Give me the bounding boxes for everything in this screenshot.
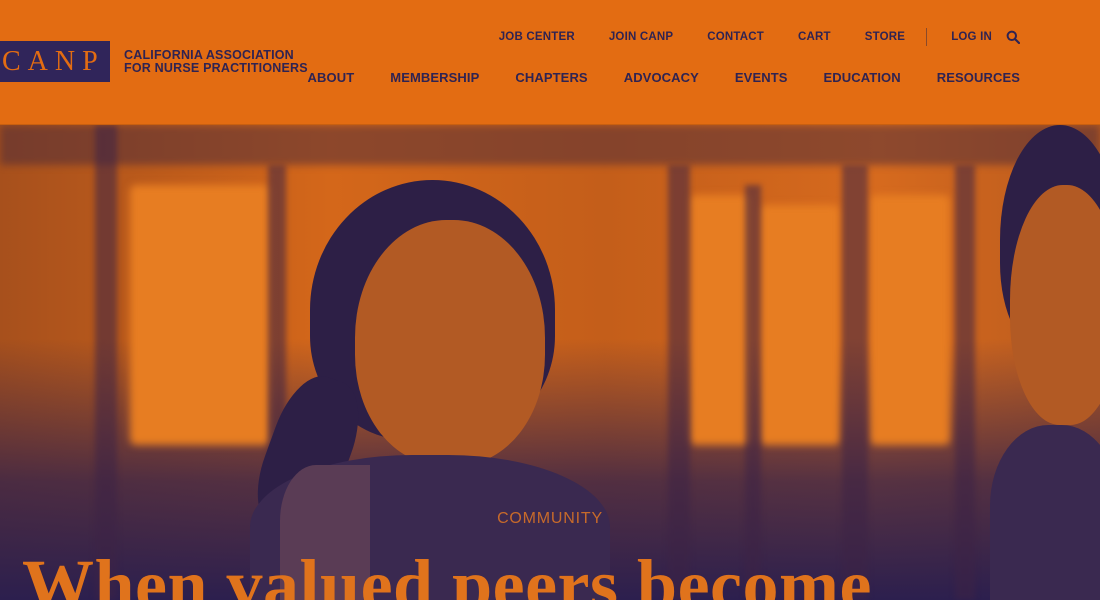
utility-link-contact[interactable]: CONTACT	[707, 31, 764, 43]
hero-eyebrow: COMMUNITY	[497, 510, 603, 527]
organization-name-line-2: FOR NURSE PRACTITIONERS	[124, 61, 308, 75]
canp-logo-mark[interactable]: CANP	[0, 41, 110, 82]
utility-link-job-center[interactable]: JOB CENTER	[499, 31, 575, 43]
utility-link-join-canp[interactable]: JOIN CANP	[609, 31, 673, 43]
hero-headline: When valued peers become	[22, 545, 872, 600]
login-link[interactable]: LOG IN	[951, 31, 992, 43]
utility-link-store[interactable]: STORE	[865, 31, 905, 43]
nav-item-education[interactable]: EDUCATION	[824, 70, 901, 85]
main-nav: ABOUT MEMBERSHIP CHAPTERS ADVOCACY EVENT…	[308, 68, 1020, 86]
nav-item-about[interactable]: ABOUT	[308, 70, 355, 85]
site-header: CANP CALIFORNIA ASSOCIATION FOR NURSE PR…	[0, 0, 1100, 125]
hero-banner: COMMUNITY When valued peers become	[0, 125, 1100, 600]
utility-nav-divider	[926, 28, 928, 46]
nav-item-membership[interactable]: MEMBERSHIP	[390, 70, 479, 85]
nav-item-resources[interactable]: RESOURCES	[937, 70, 1020, 85]
search-icon[interactable]	[1006, 30, 1020, 44]
nav-item-chapters[interactable]: CHAPTERS	[515, 70, 587, 85]
utility-nav: JOB CENTER JOIN CANP CONTACT CART STORE …	[499, 28, 1020, 46]
utility-link-cart[interactable]: CART	[798, 31, 831, 43]
nav-item-events[interactable]: EVENTS	[735, 70, 788, 85]
logo-mark-text: CANP	[2, 45, 105, 77]
organization-name[interactable]: CALIFORNIA ASSOCIATION FOR NURSE PRACTIT…	[124, 49, 308, 75]
nav-item-advocacy[interactable]: ADVOCACY	[624, 70, 699, 85]
